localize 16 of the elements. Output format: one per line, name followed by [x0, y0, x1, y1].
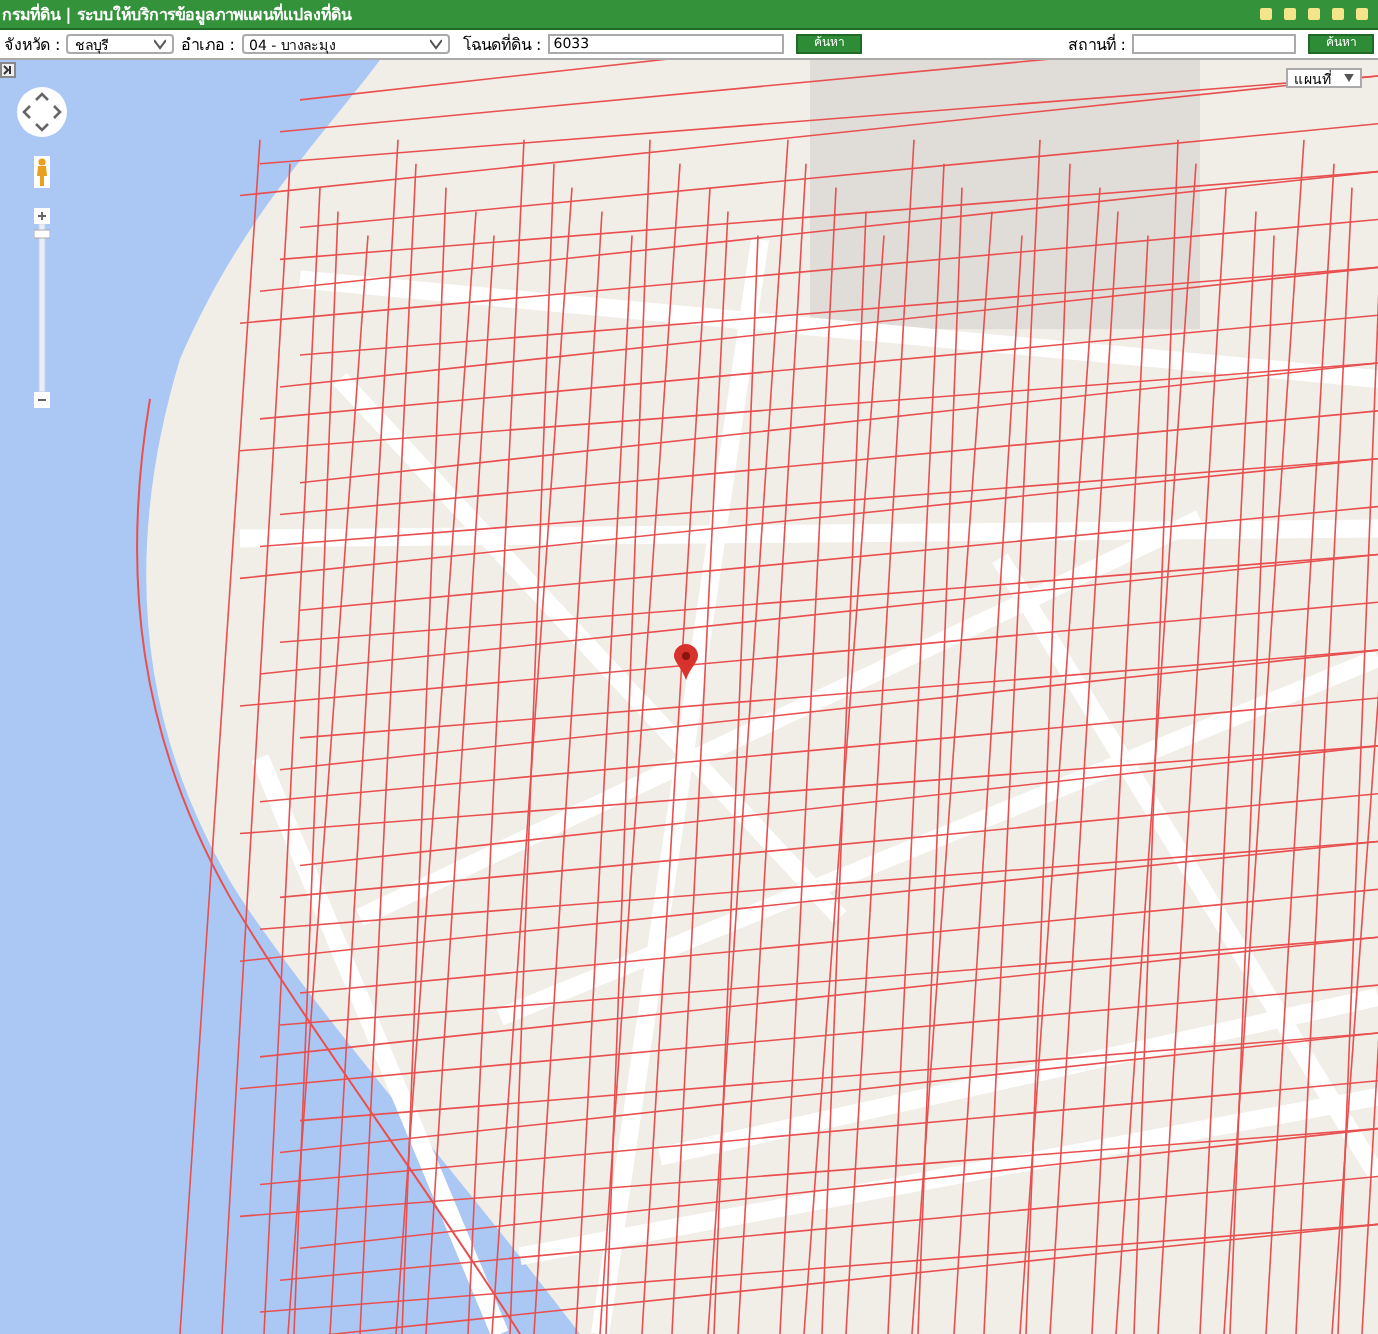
district-label: อำเภอ :	[180, 33, 235, 57]
app-title: กรมที่ดิน | ระบบให้บริการข้อมูลภาพแผนที่แปลงที่ดิน	[2, 1, 351, 27]
deed-label: โฉนดที่ดิน :	[463, 32, 542, 57]
map-marker-icon[interactable]	[674, 644, 698, 680]
caret-icon	[429, 38, 441, 50]
caret-icon	[1344, 74, 1354, 82]
zoom-slider-icon[interactable]	[34, 224, 50, 392]
pan-control-icon[interactable]	[16, 86, 68, 138]
place-input-field[interactable]	[1132, 34, 1296, 54]
caret-icon	[154, 38, 167, 50]
place-label: สถานที่ :	[1067, 32, 1126, 57]
zoom-in-icon[interactable]	[34, 208, 50, 224]
person-icon[interactable]	[34, 156, 50, 188]
province-label: จังหวัด :	[4, 33, 61, 57]
collapse-icon[interactable]	[0, 62, 16, 78]
zoom-out-icon[interactable]	[34, 392, 50, 408]
